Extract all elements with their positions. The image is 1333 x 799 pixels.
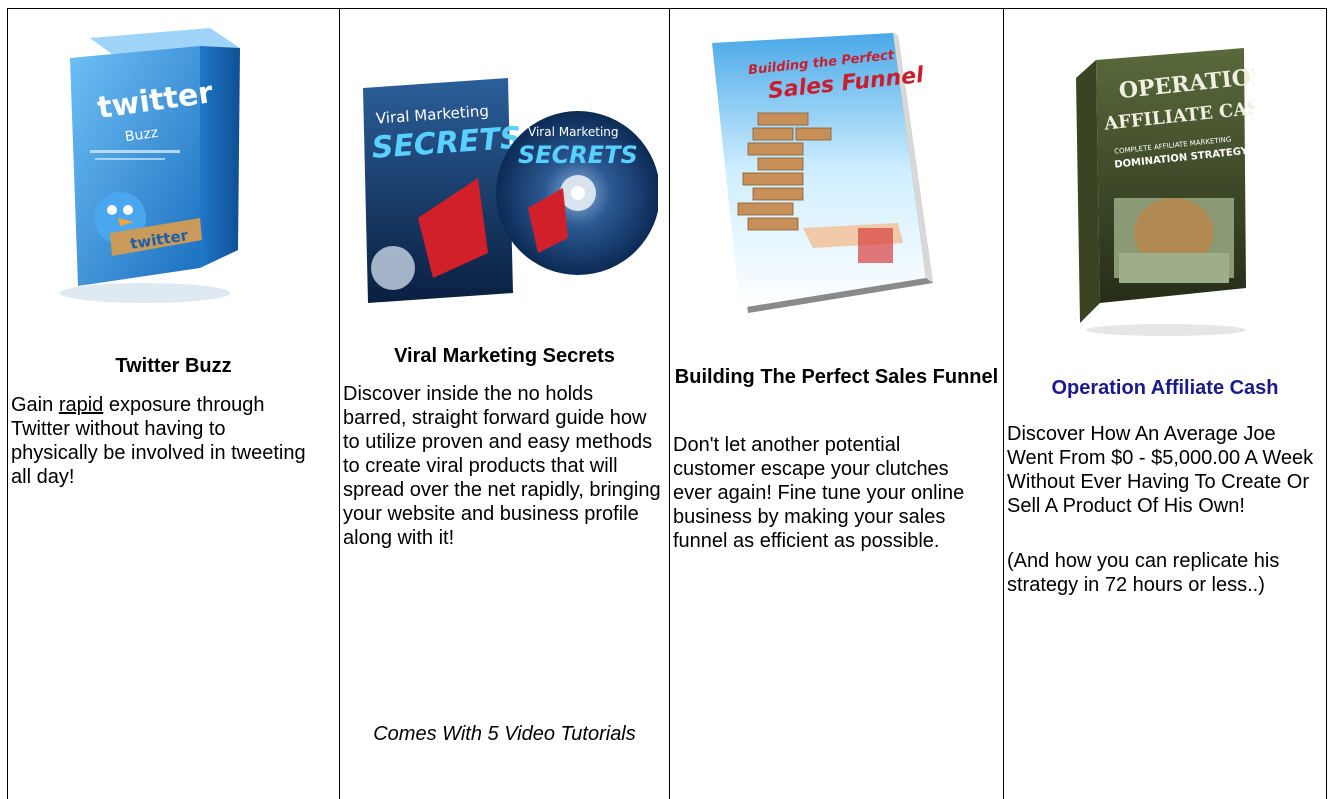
product-description: Don't let another potential customer esc…	[673, 434, 965, 552]
svg-text:Viral Marketing: Viral Marketing	[528, 125, 619, 139]
product-description-secondary: (And how you can replicate his strategy …	[1007, 550, 1280, 596]
twitter-buzz-box-image[interactable]: twitter Buzz twitter	[50, 18, 250, 308]
product-cell-twitter-buzz: twitter Buzz twitter Twitter Buzz Gain r…	[7, 8, 339, 799]
product-description: Discover inside the no holds barred, str…	[343, 383, 661, 549]
svg-text:SECRETS: SECRETS	[518, 141, 638, 169]
product-table: twitter Buzz twitter Twitter Buzz Gain r…	[0, 0, 1333, 799]
product-description: Discover How An Average Joe Went From $0…	[1007, 423, 1314, 517]
underlined-word: rapid	[58, 394, 104, 416]
product-title-link[interactable]: Operation Affiliate Cash	[1004, 376, 1326, 400]
product-description: Gain rapid exposure through Twitter with…	[11, 394, 306, 488]
product-cell-viral-marketing-secrets: Viral Marketing SECRETS Viral Marketing …	[339, 8, 669, 799]
product-title: Twitter Buzz	[115, 355, 232, 377]
operation-affiliate-cash-book-image[interactable]: OPERATION AFFILIATE CASH COMPLETE AFFILI…	[1074, 48, 1254, 338]
product-title: Viral Marketing Secrets	[394, 345, 615, 367]
product-cell-operation-affiliate-cash: OPERATION AFFILIATE CASH COMPLETE AFFILI…	[1003, 8, 1327, 799]
product-cell-sales-funnel: Building the Perfect Sales Funnel Buildi…	[669, 8, 1003, 799]
sales-funnel-book-image[interactable]: Building the Perfect Sales Funnel	[708, 33, 948, 318]
product-title: Building The Perfect Sales Funnel	[674, 366, 999, 388]
viral-marketing-dvd-image[interactable]: Viral Marketing SECRETS Viral Marketing …	[358, 78, 658, 308]
product-note: Comes With 5 Video Tutorials	[373, 723, 636, 745]
